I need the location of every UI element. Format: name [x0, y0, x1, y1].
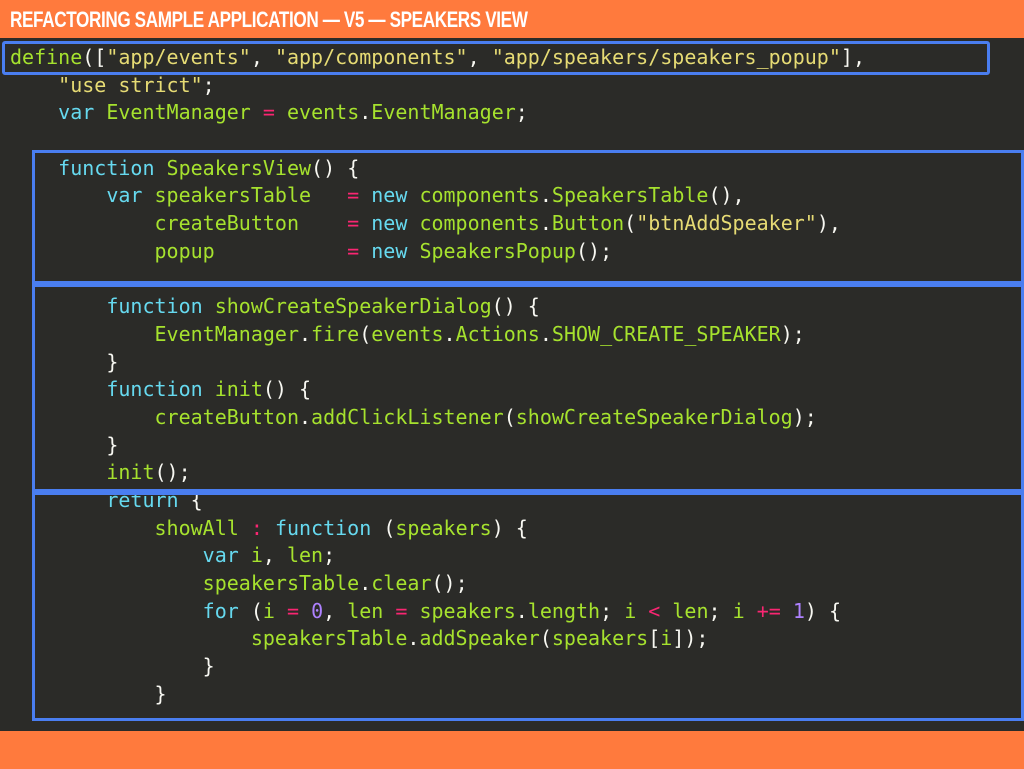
highlight-box-variables	[32, 150, 1024, 284]
code-line: var EventManager = events.EventManager;	[58, 100, 528, 125]
title-bar: Refactoring Sample Application — V5 — Sp…	[0, 0, 1024, 38]
highlight-box-define	[2, 41, 990, 75]
code-line: "use strict";	[58, 72, 215, 97]
highlight-box-functions	[32, 284, 1024, 492]
footer-bar	[0, 731, 1024, 769]
highlight-box-return	[32, 492, 1024, 721]
slide-title: Refactoring Sample Application — V5 — Sp…	[10, 7, 528, 32]
